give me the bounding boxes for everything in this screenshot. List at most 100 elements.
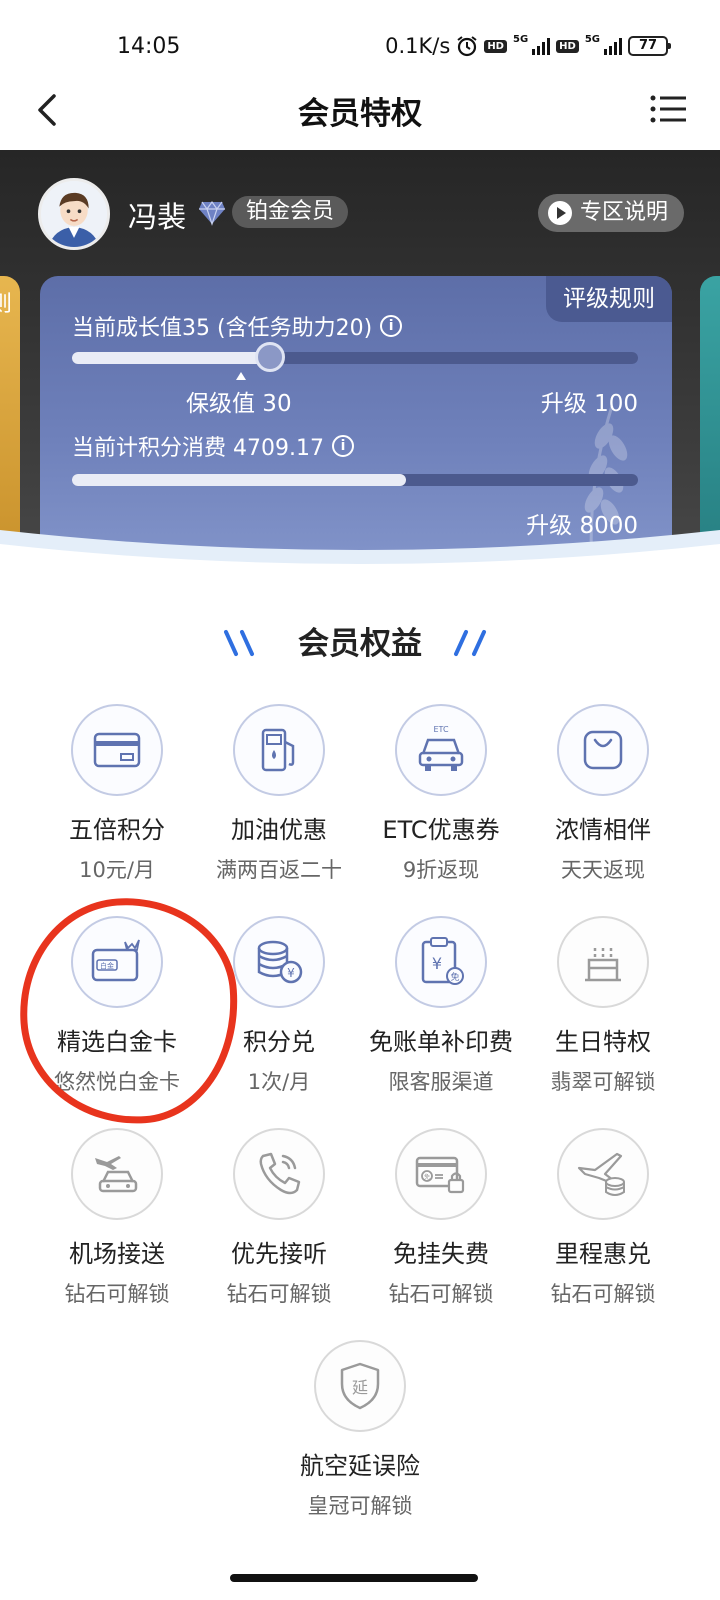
- spend-progress-bar: [72, 474, 638, 486]
- benefit-item-bill-reprint[interactable]: ¥ 免 免账单补印费 限客服渠道: [360, 916, 522, 1094]
- bill-icon-text: 免: [450, 971, 459, 983]
- plane-coin-icon: [577, 1152, 625, 1196]
- svg-text:¥: ¥: [432, 954, 442, 973]
- nav-bar: 会员特权: [0, 70, 720, 150]
- section-title: 会员权益: [298, 626, 422, 662]
- benefit-item-companion[interactable]: 浓情相伴 天天返现: [522, 704, 684, 882]
- benefit-icon-circle: ¥ 免: [395, 916, 487, 1008]
- benefit-name: ETC优惠券: [382, 816, 500, 844]
- benefit-name: 免挂失费: [393, 1240, 489, 1268]
- page-title: 会员特权: [298, 96, 422, 132]
- member-header: 冯裴 铂金会员 专区说明 则 评级规则 当前成长值35 (含任务助力20) i …: [0, 150, 720, 590]
- benefit-desc: 翡翠可解锁: [550, 1070, 656, 1094]
- member-level-badge: 铂金会员: [232, 196, 349, 228]
- keep-level-label: 保级值 30: [186, 391, 292, 417]
- zone-info-label: 专区说明: [580, 200, 669, 225]
- benefit-desc: 钻石可解锁: [226, 1282, 332, 1306]
- benefit-desc: 皇冠可解锁: [307, 1494, 413, 1518]
- card-lock-icon: 免: [415, 1156, 465, 1194]
- benefit-item-priority-answer[interactable]: 优先接听 钻石可解锁: [198, 1128, 360, 1306]
- benefit-name: 生日特权: [555, 1028, 651, 1056]
- growth-progress-fill: [72, 352, 271, 364]
- benefit-icon-circle: [557, 1128, 649, 1220]
- benefit-icon-circle: ¥: [233, 916, 325, 1008]
- benefit-icon-circle: ETC: [395, 704, 487, 796]
- growth-progress-bar: [72, 342, 638, 372]
- card-lock-icon-text: 免: [424, 1173, 430, 1181]
- net-speed: 0.1K/s: [385, 34, 451, 58]
- svg-text:¥: ¥: [287, 966, 295, 980]
- benefit-name: 里程惠兑: [555, 1240, 651, 1268]
- shield-icon-text: 延: [352, 1378, 368, 1397]
- benefit-item-airport-transfer[interactable]: 机场接送 钻石可解锁: [36, 1128, 198, 1306]
- 5g-label-icon: 5G: [584, 34, 600, 45]
- benefit-desc: 10元/月: [79, 858, 155, 882]
- benefit-desc: 满两百返二十: [216, 858, 342, 882]
- header-wave-divider: [0, 530, 720, 600]
- alarm-icon: [457, 36, 477, 57]
- hd-icon: HD: [484, 39, 507, 53]
- benefit-icon-circle: [233, 1128, 325, 1220]
- fuel-pump-icon: [261, 728, 295, 772]
- benefit-name: 加油优惠: [231, 816, 327, 844]
- benefit-name: 浓情相伴: [555, 816, 651, 844]
- signal-icon: [604, 37, 622, 55]
- spend-progress-fill: [72, 474, 406, 486]
- keep-level-marker: [236, 372, 246, 380]
- spend-row: 当前计积分消费 4709.17 i: [72, 430, 354, 462]
- avatar[interactable]: [38, 178, 110, 250]
- hd-icon: HD: [556, 39, 579, 53]
- benefit-desc: 1次/月: [247, 1070, 311, 1094]
- spend-text: 当前计积分消费 4709.17: [72, 436, 324, 461]
- benefit-item-loss-report-fee[interactable]: 免 免挂失费 钻石可解锁: [360, 1128, 522, 1306]
- bill-icon: ¥免: [421, 937, 464, 985]
- play-icon: [548, 201, 572, 225]
- user-name: 冯裴: [128, 200, 187, 234]
- platinum-diamond-icon: [199, 200, 225, 226]
- phone-icon: [259, 1152, 301, 1195]
- 5g-label-icon: 5G: [512, 34, 529, 45]
- benefit-desc: 钻石可解锁: [388, 1282, 494, 1306]
- info-icon[interactable]: i: [380, 315, 403, 337]
- zone-info-button[interactable]: 专区说明: [538, 194, 684, 232]
- benefit-item-birthday[interactable]: 生日特权 翡翠可解锁: [522, 916, 684, 1094]
- benefit-name: 机场接送: [69, 1240, 165, 1268]
- growth-value-row: 当前成长值35 (含任务助力20) i: [72, 310, 403, 342]
- status-time: 14:05: [117, 34, 181, 59]
- shopping-bag-icon: [583, 730, 623, 770]
- home-indicator[interactable]: [230, 1574, 478, 1582]
- signal-icon: [532, 37, 551, 55]
- shield-icon: 延: [340, 1362, 380, 1410]
- rating-rules-button[interactable]: 评级规则: [546, 276, 672, 322]
- benefit-icon-circle: [71, 1128, 163, 1220]
- benefit-item-fuel-discount[interactable]: 加油优惠 满两百返二十: [198, 704, 360, 882]
- growth-value-text: 当前成长值35 (含任务助力20): [72, 316, 373, 341]
- benefit-name: 免账单补印费: [369, 1028, 513, 1056]
- benefit-desc: 钻石可解锁: [550, 1282, 656, 1306]
- benefit-name: 五倍积分: [69, 816, 165, 844]
- benefit-desc: 钻石可解锁: [64, 1282, 170, 1306]
- title-deco-right-icon: [454, 630, 486, 656]
- benefit-item-five-times-points[interactable]: 五倍积分 10元/月: [36, 704, 198, 882]
- growth-progress-knob: [255, 342, 286, 372]
- list-menu-icon[interactable]: [650, 94, 686, 124]
- info-icon[interactable]: i: [331, 435, 354, 457]
- benefit-name: 航空延误险: [300, 1452, 420, 1480]
- benefit-name: 优先接听: [231, 1240, 327, 1268]
- benefit-icon-circle: [71, 704, 163, 796]
- benefit-item-flight-delay-insurance[interactable]: 延 航空延误险 皇冠可解锁: [279, 1340, 441, 1518]
- birthday-cake-icon: [585, 948, 621, 982]
- airport-car-icon: [95, 1156, 138, 1193]
- etc-icon-text: ETC: [433, 725, 448, 734]
- etc-car-icon: ETC: [418, 725, 464, 771]
- benefit-desc: 限客服渠道: [388, 1070, 494, 1094]
- benefit-item-mileage-redeem[interactable]: 里程惠兑 钻石可解锁: [522, 1128, 684, 1306]
- coin-stack-icon: ¥: [257, 940, 303, 984]
- benefit-item-etc-coupon[interactable]: ETC ETC优惠券 9折返现: [360, 704, 522, 882]
- benefit-icon-circle: [557, 916, 649, 1008]
- benefit-icon-circle: 延: [314, 1340, 406, 1432]
- card-icon: [93, 732, 141, 768]
- benefit-icon-circle: 免: [395, 1128, 487, 1220]
- upgrade-growth-label: 升级 100: [540, 391, 638, 417]
- battery-icon: 77: [628, 36, 671, 56]
